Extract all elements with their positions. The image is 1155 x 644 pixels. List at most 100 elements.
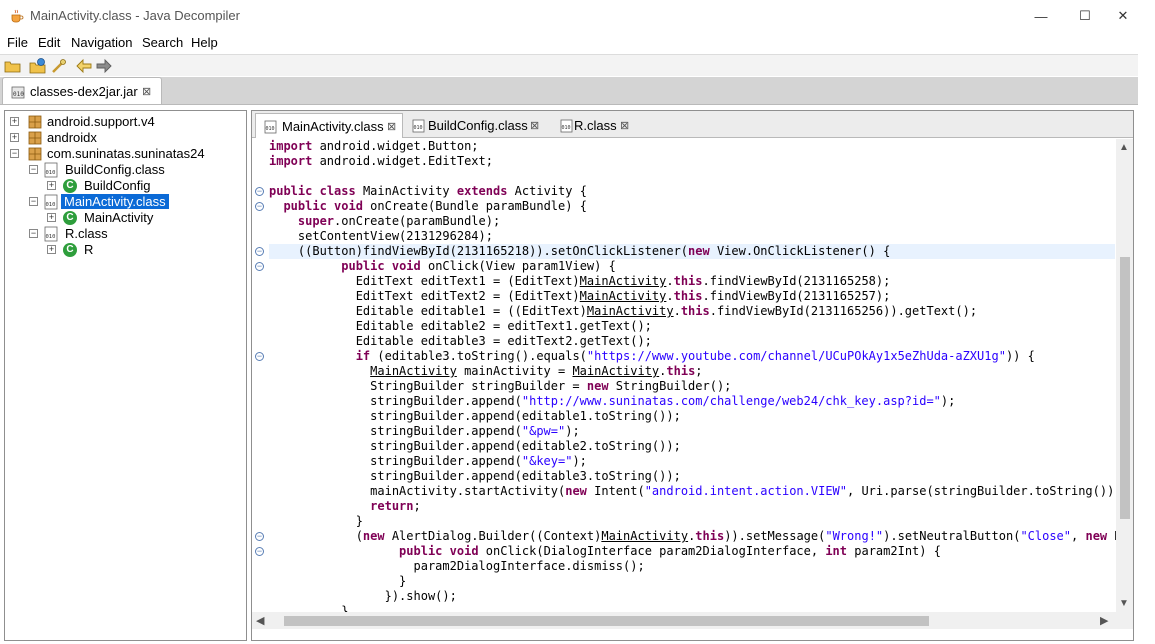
tree-item-mainactivity[interactable]: + C MainActivity bbox=[47, 210, 242, 226]
menu-file[interactable]: File bbox=[7, 35, 28, 50]
window-title: MainActivity.class - Java Decompiler bbox=[30, 8, 240, 23]
expand-icon[interactable]: + bbox=[47, 245, 56, 254]
tree-item-r[interactable]: + C R bbox=[47, 242, 242, 258]
minimize-icon: — bbox=[1034, 8, 1048, 24]
svg-text:010: 010 bbox=[46, 234, 56, 240]
close-window-button[interactable]: ✕ bbox=[1108, 0, 1138, 32]
maximize-icon: ☐ bbox=[1079, 8, 1091, 23]
code-line: Editable editable3 = editText2.getText()… bbox=[269, 334, 652, 348]
code-line: StringBuilder stringBuilder = new String… bbox=[269, 379, 732, 393]
close-tab-icon[interactable]: ⊠ bbox=[387, 120, 396, 133]
tree-item-android-support[interactable]: + android.support.v4 bbox=[10, 114, 245, 130]
expand-icon[interactable]: + bbox=[47, 213, 56, 222]
package-icon bbox=[28, 115, 42, 129]
svg-text:010: 010 bbox=[46, 170, 56, 176]
tree-item-buildconfig[interactable]: + C BuildConfig bbox=[47, 178, 242, 194]
code-line: Editable editable2 = editText1.getText()… bbox=[269, 319, 652, 333]
menu-navigation[interactable]: Navigation bbox=[71, 35, 132, 50]
fold-icon[interactable]: − bbox=[255, 547, 264, 556]
jar-file-icon: 010 bbox=[11, 86, 25, 99]
tree-label: R bbox=[84, 242, 94, 257]
scroll-left-icon[interactable]: ◀ bbox=[256, 614, 264, 627]
tab-buildconfig-class[interactable]: 010 BuildConfig.class ⊠ bbox=[404, 113, 549, 138]
expand-icon[interactable]: + bbox=[47, 181, 56, 190]
fold-icon[interactable]: − bbox=[255, 532, 264, 541]
search-icon[interactable] bbox=[50, 57, 68, 75]
code-line: stringBuilder.append(editable2.toString(… bbox=[269, 439, 681, 453]
minimize-button[interactable]: — bbox=[1018, 0, 1064, 32]
tree-item-androidx[interactable]: + androidx bbox=[10, 130, 245, 146]
open-file-icon[interactable] bbox=[4, 57, 22, 75]
code-view[interactable]: import android.widget.Button; import andr… bbox=[252, 139, 1116, 612]
open-type-icon[interactable] bbox=[29, 57, 47, 75]
tree-label: com.suninatas.suninatas24 bbox=[47, 146, 205, 161]
class-icon: C bbox=[63, 179, 77, 193]
workspace: + android.support.v4 + androidx − com.su… bbox=[0, 104, 1138, 644]
class-file-icon: 010 bbox=[560, 119, 573, 133]
vertical-scroll-thumb[interactable] bbox=[1120, 257, 1130, 519]
tree-label: MainActivity bbox=[84, 210, 154, 225]
code-line: import android.widget.Button; bbox=[269, 139, 479, 153]
code-line: setContentView(2131296284); bbox=[269, 229, 493, 243]
back-icon[interactable] bbox=[75, 57, 93, 75]
tree-label: androidx bbox=[47, 130, 97, 145]
tree-item-mainactivity-class[interactable]: − 010 MainActivity.class bbox=[29, 194, 244, 210]
code-line: stringBuilder.append("http://www.suninat… bbox=[269, 394, 956, 408]
horizontal-scroll-thumb[interactable] bbox=[284, 616, 929, 626]
svg-text:010: 010 bbox=[266, 126, 275, 132]
forward-icon[interactable] bbox=[95, 57, 113, 75]
tree-item-buildconfig-class[interactable]: − 010 BuildConfig.class bbox=[29, 162, 244, 178]
code-line: public class MainActivity extends Activi… bbox=[269, 184, 587, 198]
class-file-icon: 010 bbox=[44, 162, 58, 178]
fold-icon[interactable]: − bbox=[255, 247, 264, 256]
maximize-button[interactable]: ☐ bbox=[1062, 0, 1108, 32]
fold-icon[interactable]: − bbox=[255, 202, 264, 211]
code-line: mainActivity.startActivity(new Intent("a… bbox=[269, 484, 1116, 498]
code-line: stringBuilder.append("&key="); bbox=[269, 454, 587, 468]
collapse-icon[interactable]: − bbox=[29, 197, 38, 206]
code-line: if (editable3.toString().equals("https:/… bbox=[355, 349, 1035, 363]
scroll-right-icon[interactable]: ▶ bbox=[1100, 614, 1108, 627]
svg-text:010: 010 bbox=[46, 202, 56, 208]
code-line: public void onClick(DialogInterface para… bbox=[399, 544, 941, 558]
editor-tabstrip: 010 MainActivity.class ⊠ 010 BuildConfig… bbox=[252, 111, 1133, 138]
menu-search[interactable]: Search bbox=[142, 35, 183, 50]
editor: 010 MainActivity.class ⊠ 010 BuildConfig… bbox=[251, 110, 1134, 641]
code-line: ((Button)findViewById(2131165218)).setOn… bbox=[269, 244, 1115, 259]
horizontal-scrollbar[interactable]: ◀ ▶ bbox=[252, 612, 1116, 629]
code-line: (new AlertDialog.Builder((Context)MainAc… bbox=[269, 529, 1116, 543]
scroll-down-icon[interactable]: ▼ bbox=[1119, 598, 1129, 609]
file-tab[interactable]: 010 classes-dex2jar.jar ⊠ bbox=[2, 77, 162, 104]
tab-r-class[interactable]: 010 R.class ⊠ bbox=[552, 113, 639, 138]
collapse-icon[interactable]: − bbox=[10, 149, 19, 158]
close-tab-icon[interactable]: ⊠ bbox=[530, 119, 539, 132]
expand-icon[interactable]: + bbox=[10, 133, 19, 142]
collapse-icon[interactable]: − bbox=[29, 165, 38, 174]
svg-text:010: 010 bbox=[414, 125, 423, 131]
class-file-icon: 010 bbox=[412, 119, 425, 133]
class-icon: C bbox=[63, 211, 77, 225]
code-line: } bbox=[269, 514, 363, 528]
class-icon: C bbox=[63, 243, 77, 257]
vertical-scrollbar[interactable]: ▲ ▼ bbox=[1116, 139, 1133, 612]
tree-item-r-class[interactable]: − 010 R.class bbox=[29, 226, 244, 242]
scroll-corner bbox=[1116, 612, 1133, 629]
fold-icon[interactable]: − bbox=[255, 187, 264, 196]
close-tab-icon[interactable]: ⊠ bbox=[142, 85, 151, 98]
title-bar: MainActivity.class - Java Decompiler — ☐… bbox=[0, 0, 1138, 32]
tree-label-selected: MainActivity.class bbox=[61, 194, 169, 209]
toolbar bbox=[0, 54, 1138, 76]
tree-item-suninatas24[interactable]: − com.suninatas.suninatas24 bbox=[10, 146, 245, 162]
fold-icon[interactable]: − bbox=[255, 262, 264, 271]
code-line: param2DialogInterface.dismiss(); bbox=[269, 559, 645, 573]
menu-edit[interactable]: Edit bbox=[38, 35, 60, 50]
tab-mainactivity-class[interactable]: 010 MainActivity.class ⊠ bbox=[255, 113, 403, 138]
scroll-up-icon[interactable]: ▲ bbox=[1119, 142, 1129, 153]
tab-label: MainActivity.class bbox=[282, 119, 384, 134]
menu-help[interactable]: Help bbox=[191, 35, 218, 50]
expand-icon[interactable]: + bbox=[10, 117, 19, 126]
fold-icon[interactable]: − bbox=[255, 352, 264, 361]
collapse-icon[interactable]: − bbox=[29, 229, 38, 238]
close-tab-icon[interactable]: ⊠ bbox=[620, 119, 629, 132]
